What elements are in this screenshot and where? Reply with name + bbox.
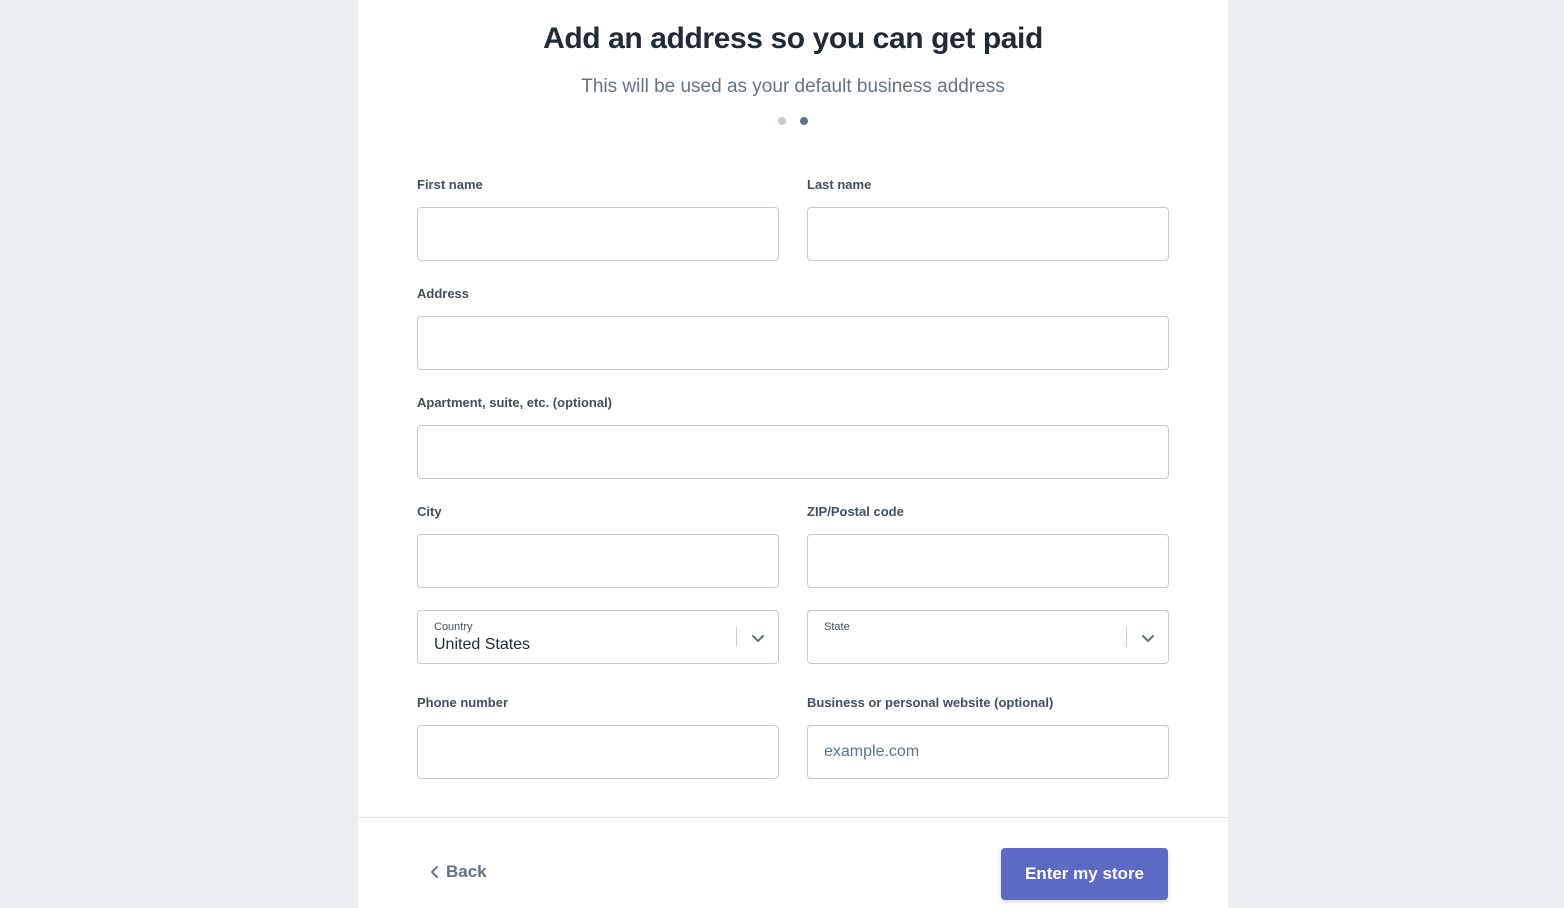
state-label: State: [824, 621, 850, 633]
phone-input[interactable]: [417, 725, 779, 779]
country-select[interactable]: Country United States: [417, 610, 779, 664]
city-input[interactable]: [417, 534, 779, 588]
zip-label: ZIP/Postal code: [807, 504, 904, 519]
back-label: Back: [446, 862, 487, 881]
enter-store-button[interactable]: Enter my store: [1001, 848, 1168, 900]
apartment-field: Apartment, suite, etc. (optional): [417, 395, 1169, 479]
last-name-input[interactable]: [807, 207, 1169, 261]
last-name-label: Last name: [807, 177, 872, 192]
website-label: Business or personal website (optional): [807, 695, 1054, 710]
phone-field: Phone number: [417, 695, 779, 779]
footer-divider: [358, 817, 1228, 818]
apartment-input[interactable]: [417, 425, 1169, 479]
page-subtitle: This will be used as your default busine…: [581, 76, 1005, 97]
address-label: Address: [417, 286, 470, 301]
step-dot-2: [800, 117, 808, 125]
address-input[interactable]: [417, 316, 1169, 370]
zip-field: ZIP/Postal code: [807, 504, 1169, 588]
phone-label: Phone number: [417, 695, 509, 710]
apartment-label: Apartment, suite, etc. (optional): [417, 395, 613, 410]
select-divider: [736, 627, 737, 647]
city-field: City: [417, 504, 779, 588]
address-field: Address: [417, 286, 1169, 370]
back-button[interactable]: Back: [430, 862, 487, 882]
city-label: City: [417, 504, 442, 519]
step-dot-1: [778, 117, 786, 125]
website-field: Business or personal website (optional): [807, 695, 1169, 779]
page-title: Add an address so you can get paid: [543, 22, 1043, 55]
first-name-label: First name: [417, 177, 483, 192]
chevron-left-icon: [431, 866, 438, 878]
select-divider: [1126, 627, 1127, 647]
first-name-input[interactable]: [417, 207, 779, 261]
onboarding-card: Add an address so you can get paid This …: [358, 0, 1228, 908]
country-label: Country: [434, 621, 473, 633]
state-select[interactable]: State: [807, 610, 1169, 664]
zip-input[interactable]: [807, 534, 1169, 588]
first-name-field: First name: [417, 177, 779, 261]
website-input[interactable]: [807, 725, 1169, 779]
country-value: United States: [434, 636, 531, 653]
chevron-down-icon: [752, 635, 764, 642]
step-indicator: [358, 117, 1228, 125]
chevron-down-icon: [1142, 635, 1154, 642]
last-name-field: Last name: [807, 177, 1169, 261]
